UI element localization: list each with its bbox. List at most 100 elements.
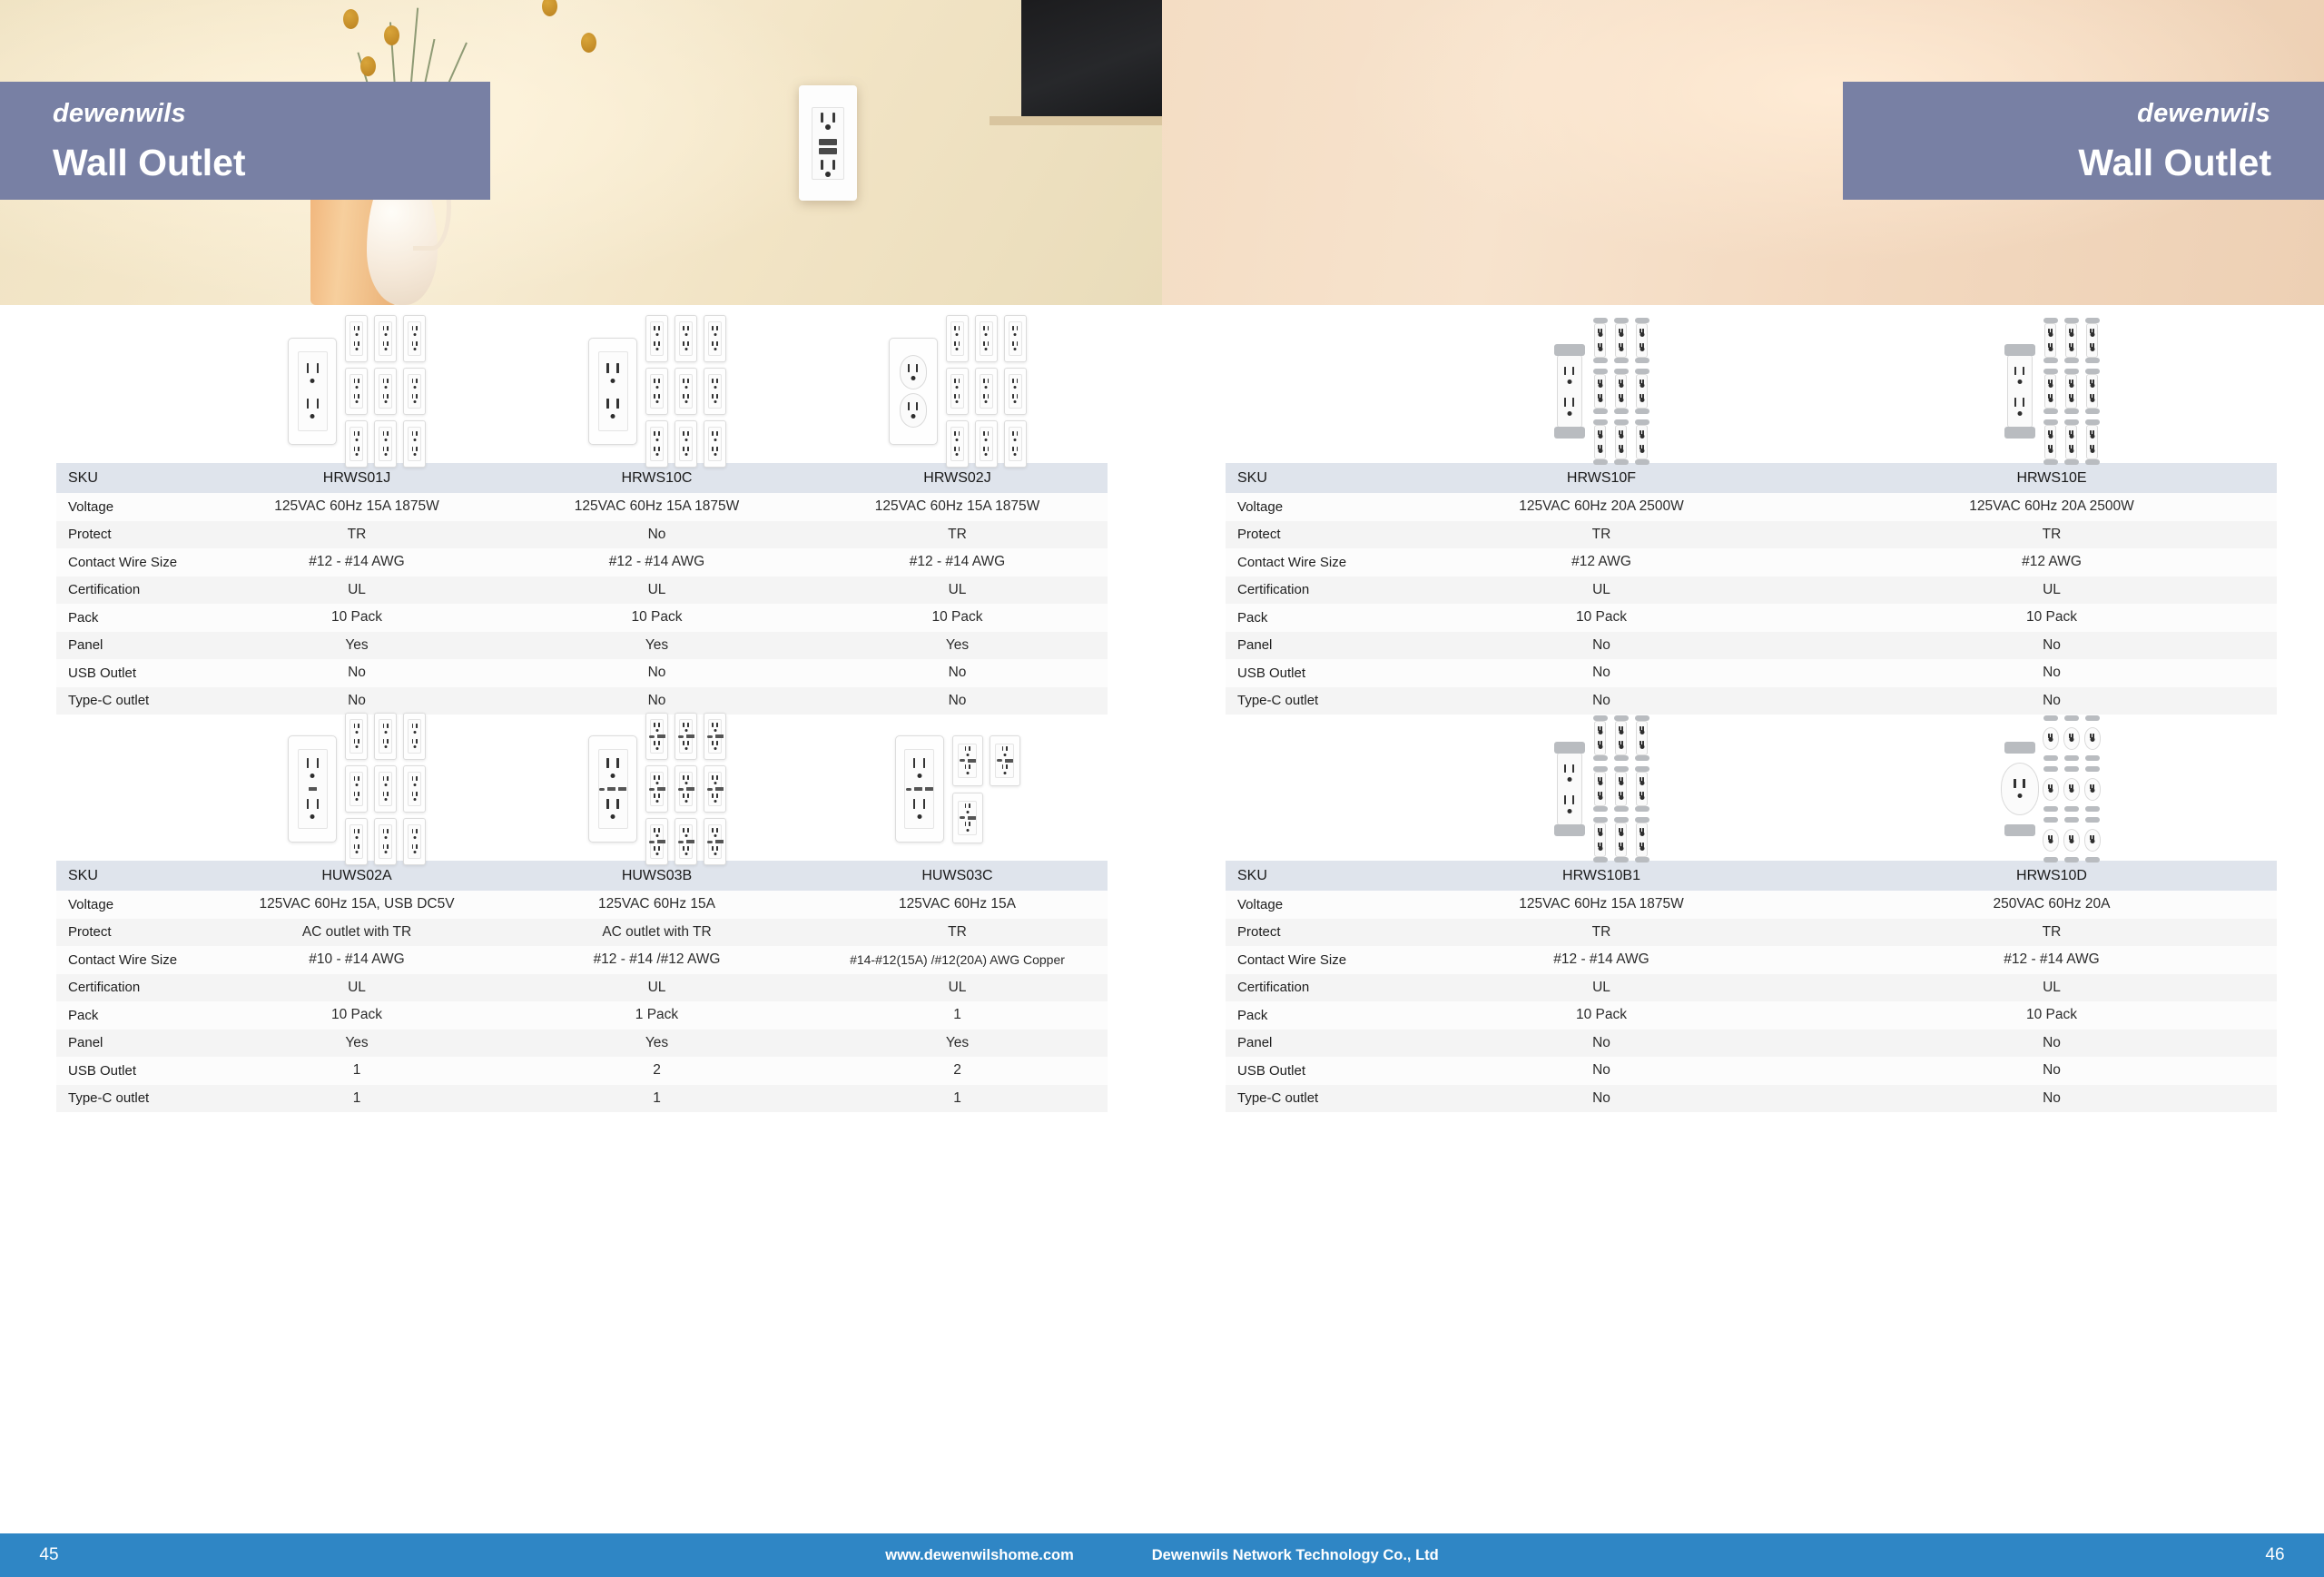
product-shot-hrws10d [1827, 715, 2277, 862]
row-label: Protect [1226, 520, 1376, 548]
cell-sku: HRWS10D [1827, 861, 2277, 891]
outlet-pack-item [403, 315, 427, 362]
row-label: Certification [56, 576, 207, 604]
outlet-pack-item [2063, 419, 2079, 465]
outlet-receptacle [908, 755, 931, 783]
outlet-face [597, 351, 628, 431]
outlet-pack-item [403, 713, 427, 760]
cell-pack: 10 Pack [207, 604, 507, 632]
table-row-certification: Certification UL UL UL [56, 576, 1108, 604]
table-row-protect: Protect TR TR [1226, 520, 2277, 548]
usb-port-row [599, 787, 626, 791]
cell-voltage: 125VAC 60Hz 15A 1875W [207, 493, 507, 521]
outlet-pack-item [1592, 419, 1608, 465]
cell-usb-outlet: No [1376, 659, 1827, 687]
cell-protect: TR [807, 918, 1108, 946]
outlet-pack-item [2042, 817, 2059, 862]
mounting-strap [2004, 742, 2035, 754]
outlet-pack-item [1634, 766, 1649, 812]
page-number-left: 45 [39, 1545, 59, 1564]
outlet-pack-item [2042, 766, 2059, 812]
outlet-pack-item [1003, 315, 1027, 362]
row-label: Certification [1226, 973, 1376, 1001]
outlet-pack-grid [951, 734, 1020, 843]
cell-protect: TR [1376, 918, 1827, 946]
cell-type-c-outlet: 1 [807, 1084, 1108, 1112]
outlet-pack-item [2063, 817, 2080, 862]
product-shots-row [1376, 318, 2277, 465]
product-shot-hrws10b1 [1376, 715, 1827, 862]
outlet-pack-item [403, 765, 427, 813]
outlet-pack-item [1634, 817, 1649, 862]
usb-a-port-icon [607, 787, 615, 791]
outlet-pack-item [974, 420, 998, 468]
outlet-pack-item [1613, 817, 1629, 862]
brand-logo-mark: dewenwils [53, 98, 186, 128]
row-label: Type-C outlet [56, 1084, 207, 1112]
cell-voltage: 125VAC 60Hz 20A 2500W [1827, 493, 2277, 521]
outlet-face [898, 351, 928, 431]
table-row-voltage: Voltage 125VAC 60Hz 15A 1875W 250VAC 60H… [1226, 891, 2277, 919]
footer-website-link[interactable]: www.dewenwilshome.com [885, 1547, 1074, 1564]
outlet-pack-item [945, 315, 969, 362]
table-row-wire: Contact Wire Size #12 AWG #12 AWG [1226, 548, 2277, 577]
cell-usb-outlet: 2 [807, 1057, 1108, 1085]
outlet-pack-item [645, 818, 668, 865]
outlet-pack-grid [345, 315, 427, 468]
outlet-pack-item [1003, 420, 1027, 468]
row-label: Certification [1226, 576, 1376, 604]
outlet-pack-item [951, 792, 983, 843]
cell-panel: Yes [807, 1029, 1108, 1057]
outlet-receptacle [1560, 364, 1580, 388]
outlet-pack-item [645, 368, 668, 415]
table-row-sku: SKU HRWS10B1 HRWS10D [1226, 861, 2277, 891]
outlet-pack-item [1634, 419, 1649, 465]
outlet-pack-item [2083, 715, 2101, 761]
cell-pack: 1 [807, 1001, 1108, 1030]
table-row-sku: SKU HRWS10F HRWS10E [1226, 463, 2277, 493]
cell-panel: Yes [207, 1029, 507, 1057]
usb-port-icon [819, 148, 837, 154]
product-block-right-bottom: SKU HRWS10B1 HRWS10D Voltage 125VAC 60Hz… [1226, 715, 2277, 1112]
outlet-pack-item [1592, 766, 1608, 812]
cell-protect: AC outlet with TR [207, 918, 507, 946]
outlet-pack-item [403, 818, 427, 865]
banner-title-right: dewenwils Wall Outlet [1843, 82, 2324, 200]
outlet-pack-item [675, 368, 697, 415]
row-label: USB Outlet [56, 1057, 207, 1085]
outlet-receptacle [1560, 762, 1580, 785]
brand-logo-left: dewenwils [53, 98, 187, 128]
page-number-right: 46 [2265, 1545, 2285, 1564]
cell-certification: UL [1827, 576, 2277, 604]
cell-certification: UL [1827, 973, 2277, 1001]
cell-usb-outlet: No [207, 659, 507, 687]
table-row-panel: Panel Yes Yes Yes [56, 631, 1108, 659]
usb-c-port-icon [599, 787, 605, 791]
footer-company-name: Dewenwils Network Technology Co., Ltd [1151, 1546, 1439, 1563]
row-label: SKU [1226, 861, 1376, 891]
outlet-receptacle [2010, 364, 2030, 388]
outlet-receptacle-round [899, 355, 927, 389]
cell-usb-outlet: 1 [207, 1057, 507, 1085]
outlet-pack-item [1613, 715, 1629, 761]
outlet-pack-item [374, 420, 398, 468]
outlet-receptacle [601, 360, 625, 388]
row-label: Panel [1226, 631, 1376, 659]
outlet-pack-item [2083, 766, 2101, 812]
outlet-pack-item [1592, 318, 1608, 363]
cell-usb-outlet: No [1827, 659, 2277, 687]
cell-wire-size: #12 - #14 AWG [1376, 946, 1827, 974]
row-label: USB Outlet [1226, 1057, 1376, 1085]
product-shot-huws03b [507, 713, 808, 865]
outlet-receptacle [1560, 793, 1580, 816]
product-shots-row [207, 713, 1108, 865]
cell-wire-size: #12 - #14 AWG [807, 548, 1108, 577]
outlet-pack-item [2084, 419, 2100, 465]
mounting-strap [1553, 427, 1585, 439]
mounting-strap [1553, 742, 1585, 754]
table-row-wire: Contact Wire Size #10 - #14 AWG #12 - #1… [56, 946, 1108, 974]
spec-table-right-bottom: SKU HRWS10B1 HRWS10D Voltage 125VAC 60Hz… [1226, 861, 2277, 1112]
cell-wire-size: #14-#12(15A) /#12(20A) AWG Copper [807, 946, 1108, 974]
outlet-plate-duplex [288, 338, 338, 445]
table-row-panel: Panel Yes Yes Yes [56, 1029, 1108, 1057]
